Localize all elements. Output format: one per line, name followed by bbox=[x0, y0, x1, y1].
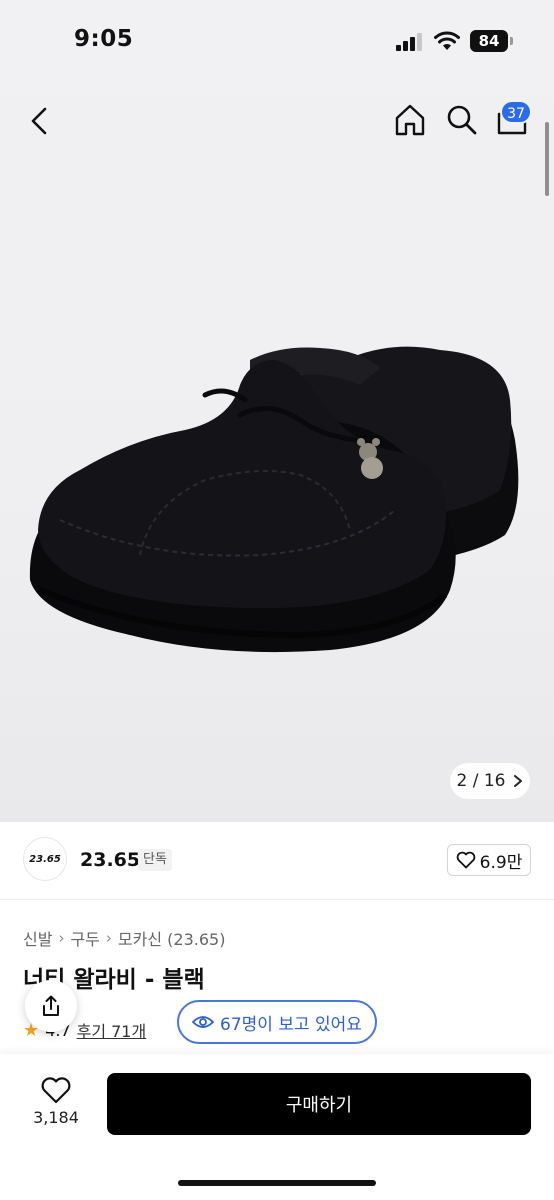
wishlist-button[interactable]: 3,184 bbox=[24, 1074, 88, 1136]
heart-icon bbox=[456, 851, 475, 869]
viewing-now-pill: 67명이 보고 있어요 bbox=[177, 1000, 377, 1044]
status-time: 9:05 bbox=[74, 26, 134, 52]
breadcrumb-item[interactable]: 신발 bbox=[23, 926, 52, 950]
seller-row: 23.65 23.65 단독 6.9만 bbox=[0, 822, 554, 900]
search-icon[interactable] bbox=[442, 100, 482, 140]
product-photo-shoes bbox=[29, 346, 519, 653]
product-image-area[interactable]: 9:05 84 37 2 / 16 bbox=[0, 0, 554, 822]
share-icon bbox=[43, 995, 59, 1016]
brand-logo[interactable]: 23.65 bbox=[23, 837, 67, 881]
home-indicator bbox=[178, 1180, 376, 1186]
cart-count-badge: 37 bbox=[500, 100, 532, 124]
chevron-right-icon bbox=[514, 775, 523, 787]
chevron-right-icon: › bbox=[58, 929, 65, 947]
home-icon[interactable] bbox=[390, 100, 430, 140]
review-count-link[interactable]: 후기 71개 bbox=[77, 1018, 147, 1042]
bottom-action-bar: 3,184 구매하기 bbox=[0, 1054, 554, 1200]
back-icon[interactable] bbox=[22, 103, 58, 139]
battery-indicator: 84 bbox=[470, 30, 508, 52]
gallery-counter-text: 2 / 16 bbox=[456, 771, 506, 791]
eye-icon bbox=[192, 1016, 215, 1028]
brand-like-count: 6.9만 bbox=[479, 852, 523, 873]
breadcrumb: 신발 › 구두 › 모카신 (23.65) bbox=[23, 926, 225, 950]
share-button[interactable] bbox=[25, 980, 77, 1032]
chevron-right-icon: › bbox=[105, 929, 112, 947]
wishlist-count: 3,184 bbox=[33, 1108, 79, 1127]
breadcrumb-item[interactable]: 구두 bbox=[70, 926, 99, 950]
breadcrumb-item[interactable]: 모카신 (23.65) bbox=[118, 926, 226, 950]
wifi-icon bbox=[434, 31, 460, 50]
viewing-now-text: 67명이 보고 있어요 bbox=[220, 1014, 362, 1035]
gallery-page-counter[interactable]: 2 / 16 bbox=[450, 763, 530, 799]
brand-like-button[interactable]: 6.9만 bbox=[447, 844, 531, 876]
battery-nub bbox=[510, 37, 513, 45]
heart-icon bbox=[41, 1077, 71, 1104]
buy-button[interactable]: 구매하기 bbox=[107, 1073, 531, 1135]
status-bar: 9:05 84 bbox=[0, 0, 554, 84]
brand-logo-text: 23.65 bbox=[29, 853, 61, 865]
cellular-signal-icon bbox=[396, 33, 422, 51]
brand-name[interactable]: 23.65 bbox=[80, 849, 140, 871]
exclusive-badge: 단독 bbox=[138, 849, 172, 871]
scroll-indicator bbox=[545, 122, 549, 196]
